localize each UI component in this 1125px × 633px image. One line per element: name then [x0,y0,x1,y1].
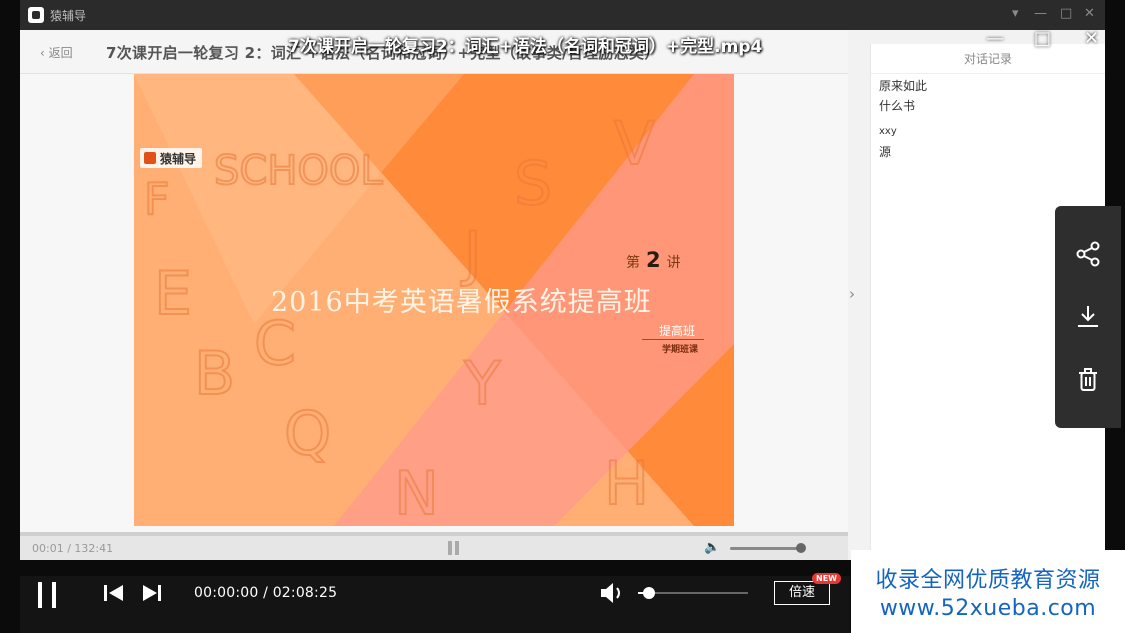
svg-text:SCHOOL: SCHOOL [214,148,383,194]
player-control-bar: 00:00:00 / 02:08:25 倍速 NEW [20,573,850,633]
video-player-window: 猿辅导 ▾ — □ ✕ ‹ 返回 7次课开启一轮复习 2：词汇 +语法（名词和冠… [0,0,1125,633]
collapse-panel-chevron-icon[interactable]: › [849,285,855,303]
chat-message: 源 [879,145,892,159]
app-logo-icon [28,7,44,23]
chat-message: 什么书 [879,99,916,113]
svg-text:Q: Q [284,399,331,469]
inner-volume-knob[interactable] [796,543,806,553]
volume-icon[interactable] [600,582,626,608]
maximize-button[interactable]: □ [1034,28,1051,49]
slide-divider [642,339,704,340]
slide-stage: E B C Q F SCHOOL S J Y V H N 猿辅导 第 2 讲 2… [20,74,848,534]
inner-pause-icon[interactable] [448,541,460,555]
slide-title: 2016中考英语暑假系统提高班 [271,287,652,318]
back-button[interactable]: ‹ 返回 [40,44,73,61]
svg-text:E: E [154,259,192,329]
inner-time-display: 00:01 / 132:41 [32,542,114,555]
time-display: 00:00:00 / 02:08:25 [194,585,338,601]
lecture-prefix: 第 [626,255,640,271]
chat-message: xxy [879,126,897,137]
delete-icon[interactable] [1072,364,1104,396]
svg-text:H: H [604,449,649,519]
svg-text:Y: Y [463,349,501,419]
watermark-line-2: www.52xueba.com [879,596,1097,621]
slide-brand-name: 猿辅导 [160,151,197,166]
watermark-line-1: 收录全网优质教育资源 [875,568,1101,593]
download-icon[interactable] [1072,300,1104,332]
lecture-suffix: 讲 [666,255,681,271]
video-file-title: 7次课开启一轮复习2：词汇+语法（名词和冠词）+完型.mp4 [288,37,763,57]
inner-player-controls: 00:01 / 132:41 🔈 [20,532,848,560]
recorded-app-window: 猿辅导 ▾ — □ ✕ ‹ 返回 7次课开启一轮复习 2：词汇 +语法（名词和冠… [20,0,1105,560]
svg-text:B: B [194,339,235,409]
previous-icon[interactable] [104,585,124,605]
watermark-banner: 收录全网优质教育资源 www.52xueba.com [851,550,1125,633]
slide-brand-logo: 猿辅导 [140,148,203,168]
volume-knob[interactable] [643,587,655,599]
lecture-slide: E B C Q F SCHOOL S J Y V H N 猿辅导 第 2 讲 2… [134,74,734,526]
inner-app-name: 猿辅导 [50,9,87,23]
inner-maximize-button[interactable]: □ [1060,6,1072,21]
svg-text:F: F [144,174,169,225]
slide-subtitle: 提高班 [659,324,696,338]
next-icon[interactable] [142,585,162,605]
svg-text:J: J [460,219,482,289]
new-badge: NEW [812,573,841,584]
minimize-button[interactable]: — [986,28,1004,49]
inner-volume-icon[interactable]: 🔈 [704,540,720,555]
svg-text:C: C [254,309,296,379]
slide-subtitle-2: 学期班课 [662,345,699,355]
share-icon[interactable] [1072,238,1104,270]
close-button[interactable]: ✕ [1084,28,1099,49]
svg-text:N: N [394,459,439,526]
inner-volume-slider[interactable] [730,547,802,550]
inner-titlebar: 猿辅导 ▾ — □ ✕ [20,0,1105,30]
pause-button[interactable] [38,582,60,608]
svg-text:S: S [514,149,552,219]
inner-dropdown-icon[interactable]: ▾ [1012,6,1019,21]
svg-text:V: V [614,109,655,179]
lecture-number-value: 2 [646,248,661,272]
brand-logo-icon [144,152,156,164]
inner-minimize-button[interactable]: — [1034,6,1047,21]
lecture-number: 第2讲 [626,248,681,272]
inner-close-button[interactable]: ✕ [1084,6,1095,21]
chat-message: 原来如此 [879,79,928,93]
speed-button[interactable]: 倍速 [774,581,830,605]
side-toolbar [1055,206,1121,428]
inner-progress-bar[interactable] [20,532,848,536]
